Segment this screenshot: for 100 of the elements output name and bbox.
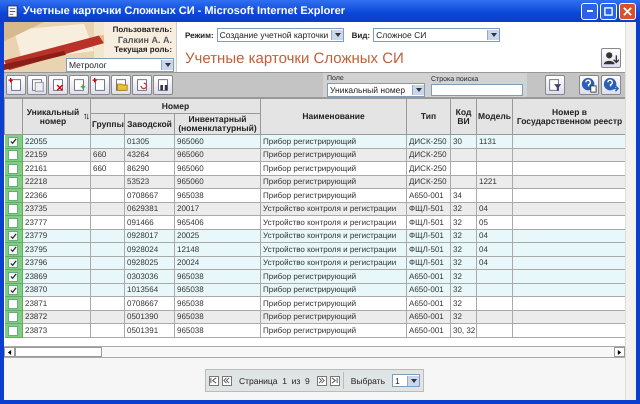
filter-select[interactable]: Создание учетной карточки xyxy=(216,28,344,42)
filter-select[interactable]: Сложное СИ xyxy=(373,28,500,42)
column-header[interactable]: Инвентарный (номенклатурный) xyxy=(176,115,260,133)
last-page-button[interactable] xyxy=(330,376,340,386)
horizontal-scrollbar[interactable] xyxy=(4,346,625,358)
field-select[interactable]: Уникальный номер xyxy=(327,82,425,96)
row-checkbox[interactable] xyxy=(8,285,18,296)
table-cell: 23869 xyxy=(25,272,48,281)
row-checkbox[interactable] xyxy=(8,150,18,160)
maximize-button[interactable] xyxy=(600,2,617,20)
row-checkbox[interactable] xyxy=(8,258,18,268)
table-cell: 53523 xyxy=(127,177,150,186)
help-icon xyxy=(603,77,619,93)
minimize-button[interactable] xyxy=(581,2,598,20)
scrollbar-thumb[interactable] xyxy=(15,347,102,357)
table-cell: 23872 xyxy=(25,312,48,322)
table-cell: ФЩЛ-501 xyxy=(409,204,444,214)
help-button[interactable] xyxy=(579,75,599,95)
row-checkbox[interactable] xyxy=(8,231,18,242)
toolbar-button[interactable] xyxy=(132,75,152,95)
toolbar-button[interactable] xyxy=(48,75,68,95)
table-cell: Прибор регистрирующий xyxy=(263,285,356,294)
row-checkbox[interactable] xyxy=(8,190,18,201)
role-label: Текущая роль: xyxy=(114,45,172,55)
table-cell: Прибор регистрирующий xyxy=(263,190,356,200)
row-checkbox[interactable] xyxy=(8,164,18,174)
page-indicator: Страница 1 из 9 xyxy=(238,376,311,386)
scroll-right-icon[interactable] xyxy=(614,347,625,357)
help-icon xyxy=(581,77,597,93)
delete-icon xyxy=(50,77,66,93)
table-cell: 32 xyxy=(453,258,462,268)
help-arrow-button[interactable] xyxy=(601,75,621,95)
row-checkbox[interactable] xyxy=(8,312,18,322)
toolbar-button[interactable] xyxy=(153,75,173,95)
table-cell: ФЩЛ-501 xyxy=(409,218,444,227)
table-cell: 0708667 xyxy=(127,298,158,308)
table-cell: 1221 xyxy=(479,177,497,186)
scroll-left-icon[interactable] xyxy=(4,347,15,357)
previous-page-button[interactable] xyxy=(222,376,232,386)
column-header[interactable]: Тип xyxy=(420,112,436,121)
table-cell: Устройство контроля и регистрации xyxy=(263,258,396,268)
filter-label: Режим: xyxy=(185,30,214,40)
toolbar-button[interactable] xyxy=(27,75,47,95)
maximize-icon xyxy=(604,6,613,16)
table-cell: 965038 xyxy=(177,326,204,335)
row-checkbox[interactable] xyxy=(8,272,18,282)
toolbar-button[interactable] xyxy=(111,75,131,95)
row-checkbox[interactable] xyxy=(8,218,18,228)
table-cell: 04 xyxy=(479,231,488,240)
sort-icon[interactable] xyxy=(84,112,89,121)
filter-button[interactable] xyxy=(545,75,565,95)
user-label: Пользователь: xyxy=(112,25,172,35)
column-group-header: Номер xyxy=(162,100,190,110)
table-cell: 0501390 xyxy=(127,312,158,322)
folder-icon xyxy=(113,77,129,93)
table-cell: Прибор регистрирующий xyxy=(263,298,356,308)
table-cell: 0501391 xyxy=(127,326,158,335)
table-cell: 01305 xyxy=(127,136,150,146)
table-cell: 20025 xyxy=(177,231,200,240)
table-cell: 86290 xyxy=(127,164,150,173)
next-page-button[interactable] xyxy=(316,376,327,386)
table-cell: 32 xyxy=(453,231,462,240)
user-export-button[interactable] xyxy=(601,48,621,68)
row-checkbox[interactable] xyxy=(8,326,18,336)
table-cell: Устройство контроля и регистрации xyxy=(263,218,396,227)
close-icon xyxy=(623,6,632,16)
table-cell: 20024 xyxy=(177,258,200,268)
table-cell: Прибор регистрирующий xyxy=(263,177,356,186)
table-cell: ФЩЛ-501 xyxy=(409,258,444,268)
table-cell: Прибор регистрирующий xyxy=(263,136,356,146)
table-cell: 965060 xyxy=(177,177,204,186)
table-cell: 0629381 xyxy=(127,204,158,214)
vertical-scrollbar[interactable] xyxy=(625,22,636,400)
first-page-button[interactable] xyxy=(208,376,219,386)
toolbar-button[interactable] xyxy=(69,75,89,95)
table-cell: 34 xyxy=(453,190,462,200)
previous-page-icon xyxy=(223,377,230,384)
toolbar-button[interactable] xyxy=(90,75,110,95)
table-cell: 0928024 xyxy=(127,244,158,254)
row-checkbox[interactable] xyxy=(8,204,18,214)
table-cell: 32 xyxy=(453,218,462,227)
table-cell: 32 xyxy=(453,285,462,294)
toolbar-button[interactable] xyxy=(6,75,26,95)
row-checkbox[interactable] xyxy=(8,177,18,188)
close-button[interactable] xyxy=(619,2,636,20)
row-checkbox[interactable] xyxy=(8,136,18,147)
search-field[interactable] xyxy=(431,84,523,96)
document-icon xyxy=(71,77,87,93)
role-select[interactable]: Метролог xyxy=(66,58,174,72)
row-checkbox[interactable] xyxy=(8,298,18,309)
table-cell: А650-001 xyxy=(409,190,444,200)
user-name: Галкин А. А. xyxy=(118,35,172,45)
page-select[interactable]: 1 xyxy=(392,374,420,387)
column-header[interactable]: Наименование xyxy=(302,112,365,121)
table-cell: 965060 xyxy=(177,150,204,160)
table-cell: 30, 32 xyxy=(453,326,476,335)
table-cell: 43264 xyxy=(127,150,150,160)
table-cell: 32 xyxy=(453,204,462,214)
row-checkbox[interactable] xyxy=(8,244,18,255)
table-cell: 22218 xyxy=(25,177,48,186)
